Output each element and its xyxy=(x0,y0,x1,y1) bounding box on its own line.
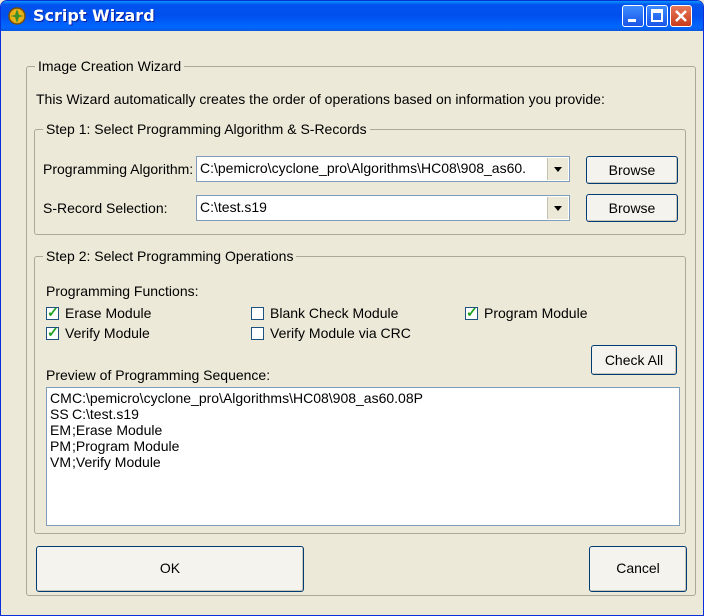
preview-line-text: ;Erase Module xyxy=(72,422,163,438)
preview-line-code: EM xyxy=(50,422,71,438)
close-button[interactable] xyxy=(670,5,692,27)
title-bar[interactable]: Script Wizard xyxy=(1,1,703,31)
preview-line-text: C:\pemicro\cyclone_pro\Algorithms\HC08\9… xyxy=(72,390,423,406)
ok-button[interactable]: OK xyxy=(36,546,304,592)
preview-line-code: CM xyxy=(50,390,72,406)
preview-label: Preview of Programming Sequence: xyxy=(46,367,271,383)
ok-label: OK xyxy=(159,560,181,576)
erase-module-label: Erase Module xyxy=(65,305,152,321)
maximize-icon xyxy=(651,9,663,22)
programming-algorithm-combo[interactable]: C:\pemicro\cyclone_pro\Algorithms\HC08\9… xyxy=(196,156,570,182)
preview-line-code: VM xyxy=(50,454,71,470)
close-icon xyxy=(675,10,687,22)
maximize-button[interactable] xyxy=(646,5,668,27)
check-all-button[interactable]: Check All xyxy=(591,345,677,375)
srecord-selection-value: C:\test.s19 xyxy=(200,199,267,215)
srecord-selection-combo[interactable]: C:\test.s19 xyxy=(196,195,570,221)
blank-check-module-check-box[interactable] xyxy=(251,307,264,320)
cancel-label: Cancel xyxy=(616,560,660,576)
preview-line-text: C:\test.s19 xyxy=(72,406,139,422)
wizard-group-title: Image Creation Wizard xyxy=(35,58,185,74)
programming-functions-label: Programming Functions: xyxy=(46,283,199,299)
programming-sequence-preview[interactable]: CM C:\pemicro\cyclone_pro\Algorithms\HC08… xyxy=(46,387,680,526)
browse-srecord-label: Browse xyxy=(608,200,656,216)
browse-algorithm-button[interactable]: Browse xyxy=(586,156,678,184)
programming-algorithm-label: Programming Algorithm: xyxy=(43,161,194,177)
preview-line-code: PM xyxy=(50,438,71,454)
step1-title: Step 1: Select Programming Algorithm & S… xyxy=(43,121,370,137)
browse-srecord-button[interactable]: Browse xyxy=(586,194,678,222)
chevron-down-icon xyxy=(554,206,562,211)
preview-line-code: SS xyxy=(50,406,69,422)
cancel-button[interactable]: Cancel xyxy=(589,546,687,592)
wizard-app-icon xyxy=(8,7,26,25)
erase-module-check-box[interactable] xyxy=(46,304,59,321)
preview-line-text: ;Program Module xyxy=(72,438,180,454)
script-wizard-window: Script Wizard Image Creation Wizard This… xyxy=(0,0,704,616)
minimize-button[interactable] xyxy=(622,5,644,27)
program-module-check-box[interactable] xyxy=(465,304,478,321)
srecord-selection-label: S-Record Selection: xyxy=(43,200,168,216)
preview-line-text: ;Verify Module xyxy=(72,454,161,470)
verify-module-check-box[interactable] xyxy=(46,324,59,341)
window-title: Script Wizard xyxy=(33,6,155,25)
wizard-description: This Wizard automatically creates the or… xyxy=(36,91,605,107)
algorithm-dropdown-button[interactable] xyxy=(547,158,568,180)
srecord-dropdown-button[interactable] xyxy=(547,197,568,219)
chevron-down-icon xyxy=(554,167,562,172)
blank-check-module-label: Blank Check Module xyxy=(270,305,399,321)
minimize-icon xyxy=(628,19,636,22)
program-module-label: Program Module xyxy=(484,305,588,321)
verify-module-crc-label: Verify Module via CRC xyxy=(270,325,411,341)
programming-algorithm-value: C:\pemicro\cyclone_pro\Algorithms\HC08\9… xyxy=(200,160,527,176)
browse-algorithm-label: Browse xyxy=(608,162,656,178)
check-all-label: Check All xyxy=(604,352,664,368)
verify-module-crc-check-box[interactable] xyxy=(251,327,264,340)
verify-module-label: Verify Module xyxy=(65,325,150,341)
step2-title: Step 2: Select Programming Operations xyxy=(43,248,297,264)
